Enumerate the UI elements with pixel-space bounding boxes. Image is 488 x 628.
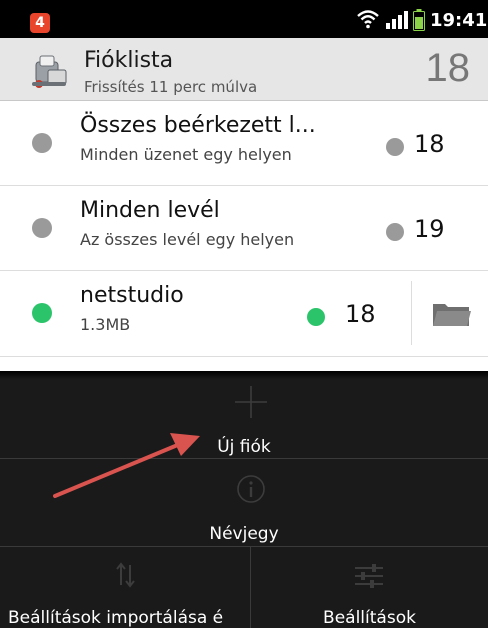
add-account-label: Új fiók [217, 437, 271, 457]
about-menu-item[interactable]: Névjegy [0, 459, 488, 546]
import-settings-label: Beállítások importálása é [8, 608, 224, 628]
signal-icon [386, 11, 408, 29]
list-item-all-messages[interactable]: Minden levél Az összes levél egy helyen … [0, 186, 488, 271]
account-list: Összes beérkezett l... Minden üzenet egy… [0, 101, 488, 371]
list-item-account-netstudio[interactable]: netstudio 1.3MB 18 [0, 271, 488, 357]
total-unread-count: 18 [425, 46, 471, 90]
battery-icon [413, 9, 425, 31]
status-dot-icon [32, 303, 52, 323]
divider [411, 281, 412, 345]
list-item-subtitle: Az összes levél egy helyen [80, 230, 295, 249]
account-list-header: Fióklista Frissítés 11 perc múlva 18 [0, 38, 488, 101]
status-bar: 4 19:41 [0, 0, 488, 38]
clock: 19:41 [430, 10, 488, 31]
unread-dot-icon [307, 308, 325, 326]
plus-icon [235, 386, 267, 418]
refresh-status: Frissítés 11 perc múlva [84, 78, 258, 96]
list-item-subtitle: Minden üzenet egy helyen [80, 145, 292, 164]
mail-app-icon [32, 55, 67, 88]
settings-menu-item[interactable]: Beállítások [251, 547, 488, 628]
unread-count: 18 [414, 130, 445, 158]
info-icon [237, 475, 265, 503]
list-item-all-inboxes[interactable]: Összes beérkezett l... Minden üzenet egy… [0, 101, 488, 186]
settings-sliders-icon [355, 564, 383, 588]
unread-count: 19 [414, 215, 445, 243]
unread-dot-icon [386, 138, 404, 156]
about-label: Névjegy [209, 524, 279, 544]
notification-badge-icon[interactable]: 4 [30, 13, 50, 33]
import-settings-menu-item[interactable]: Beállítások importálása é [0, 547, 250, 628]
status-dot-icon [32, 218, 52, 238]
list-item-subtitle: 1.3MB [80, 315, 131, 334]
folder-icon[interactable] [432, 301, 472, 327]
page-title: Fióklista [84, 48, 174, 73]
wifi-icon [357, 10, 379, 29]
list-item-title: Minden levél [80, 198, 220, 223]
list-item-title: Összes beérkezett l... [80, 113, 316, 138]
settings-label: Beállítások [323, 608, 416, 628]
unread-dot-icon [386, 223, 404, 241]
import-export-icon [116, 562, 135, 588]
options-menu: Új fiók Névjegy Beállítások importálása … [0, 371, 488, 628]
add-account-menu-item[interactable]: Új fiók [0, 371, 488, 458]
status-dot-icon [32, 133, 52, 153]
unread-count: 18 [345, 300, 376, 328]
list-item-title: netstudio [80, 283, 184, 308]
